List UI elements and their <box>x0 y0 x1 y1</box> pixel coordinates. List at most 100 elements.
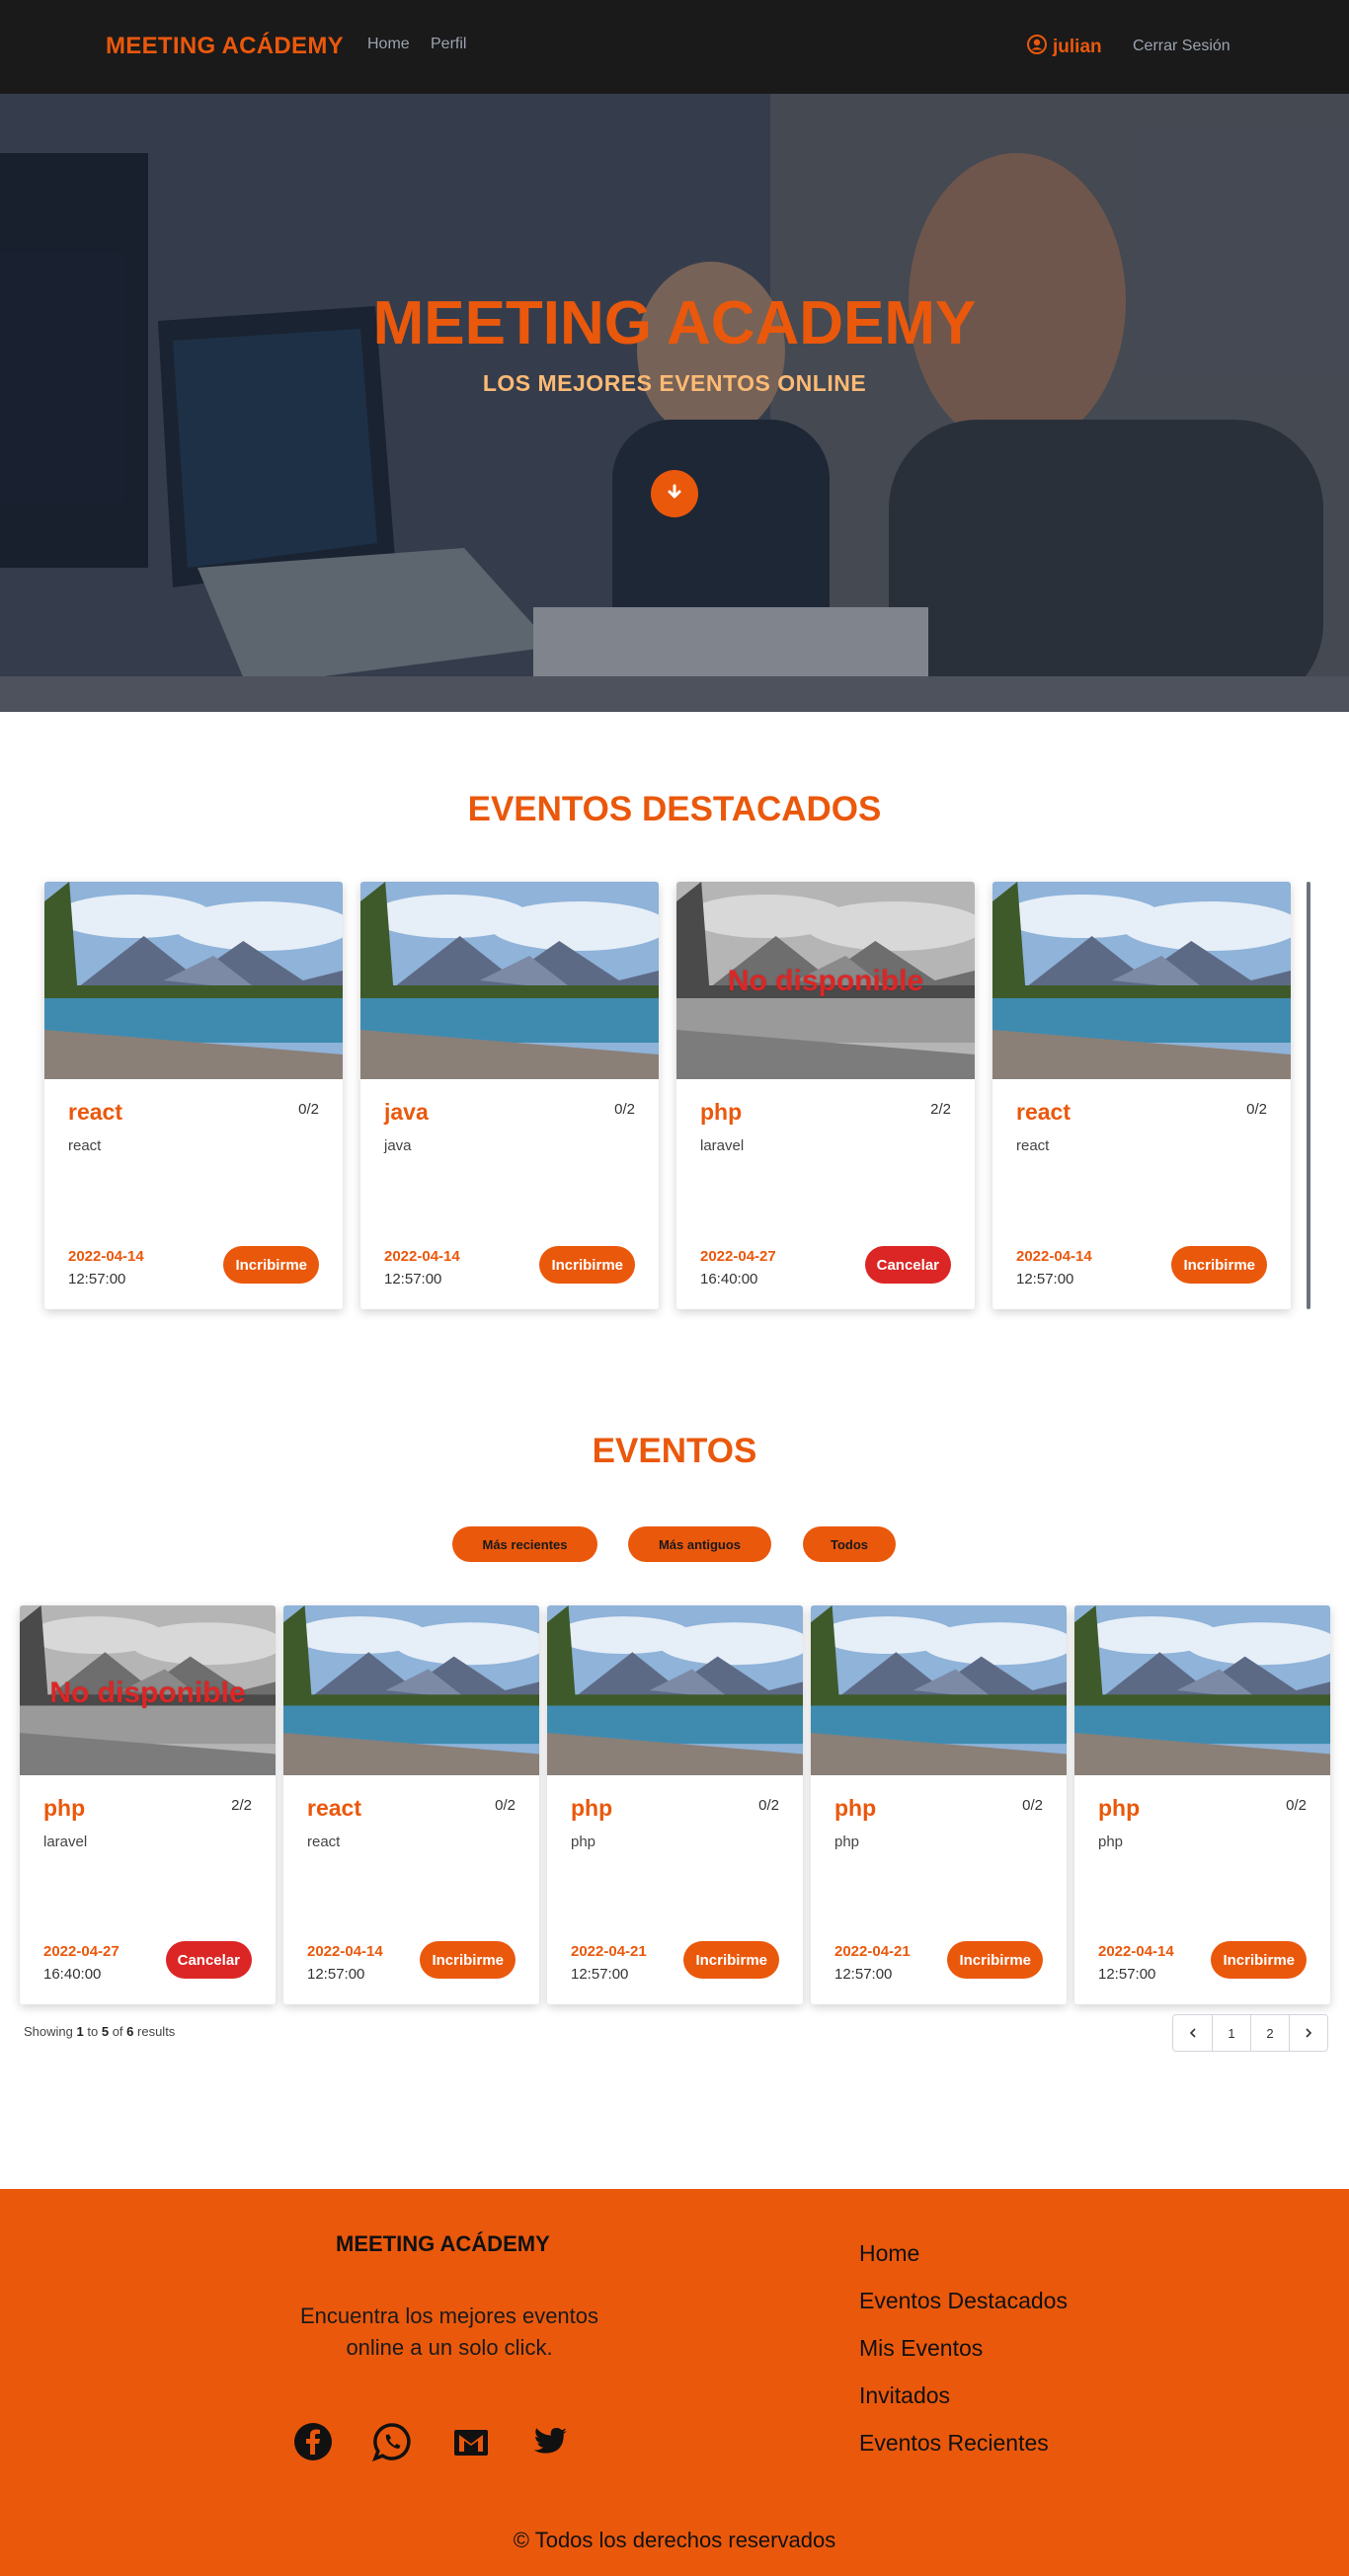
event-description: react <box>307 1834 341 1850</box>
filter-all-button[interactable]: Todos <box>803 1526 896 1562</box>
facebook-icon[interactable] <box>292 2421 334 2462</box>
event-date: 2022-04-14 <box>68 1248 144 1265</box>
event-image <box>992 882 1291 1079</box>
filter-recent-button[interactable]: Más recientes <box>452 1526 597 1562</box>
event-image <box>547 1605 803 1775</box>
event-image <box>44 882 343 1079</box>
event-capacity: 0/2 <box>495 1797 516 1814</box>
event-date: 2022-04-27 <box>43 1943 119 1960</box>
event-title: php <box>571 1795 613 1821</box>
enroll-button[interactable]: Incribirme <box>1211 1941 1307 1979</box>
nav-link-home[interactable]: Home <box>367 36 410 53</box>
brand-logo[interactable]: MEETING ACÁDEMY <box>106 33 344 60</box>
user-menu[interactable]: julian <box>1027 35 1102 60</box>
event-capacity: 0/2 <box>1246 1101 1267 1118</box>
featured-event-card: react 0/2 react 2022-04-14 12:57:00 Incribirm… <box>44 882 343 1309</box>
cancel-button[interactable]: Cancelar <box>165 1941 252 1979</box>
footer-brand: MEETING ACÁDEMY <box>336 2231 550 2256</box>
event-date: 2022-04-14 <box>1098 1943 1174 1960</box>
event-title: php <box>43 1795 86 1821</box>
event-time: 12:57:00 <box>384 1271 442 1288</box>
event-title: php <box>834 1795 877 1821</box>
event-image <box>360 882 659 1079</box>
nav-link-perfil[interactable]: Perfil <box>431 36 466 53</box>
footer-link-invitados[interactable]: Invitados <box>859 2382 1068 2430</box>
featured-event-card: react 0/2 react 2022-04-14 12:57:00 Incribirm… <box>992 882 1291 1309</box>
pagination: 1 2 <box>1172 2014 1328 2052</box>
event-card: No disponible php 2/2 laravel 2022-04-27 16:4… <box>20 1605 276 2004</box>
enroll-button[interactable]: Incribirme <box>1171 1246 1267 1284</box>
event-description: laravel <box>700 1137 745 1154</box>
enroll-button[interactable]: Incribirme <box>420 1941 516 1979</box>
page-2-button[interactable]: 2 <box>1250 2015 1289 2051</box>
event-date: 2022-04-14 <box>1016 1248 1092 1265</box>
event-date: 2022-04-27 <box>700 1248 776 1265</box>
footer-links: Home Eventos Destacados Mis Eventos Invi… <box>859 2240 1068 2477</box>
event-capacity: 0/2 <box>1286 1797 1307 1814</box>
event-time: 12:57:00 <box>68 1271 126 1288</box>
event-time: 16:40:00 <box>700 1271 758 1288</box>
event-time: 16:40:00 <box>43 1966 102 1983</box>
cancel-button[interactable]: Cancelar <box>864 1246 951 1284</box>
twitter-icon[interactable] <box>529 2421 571 2462</box>
hero-title: MEETING ACADEMY <box>372 289 977 357</box>
event-card: php 0/2 php 2022-04-21 12:57:00 Incribirme <box>547 1605 803 2004</box>
arrow-down-icon <box>666 483 683 506</box>
footer-link-recientes[interactable]: Eventos Recientes <box>859 2430 1068 2477</box>
page-1-button[interactable]: 1 <box>1212 2015 1250 2051</box>
footer-link-mis-eventos[interactable]: Mis Eventos <box>859 2335 1068 2382</box>
event-title: react <box>1016 1099 1071 1125</box>
enroll-button[interactable]: Incribirme <box>223 1246 319 1284</box>
event-description: php <box>1098 1834 1124 1850</box>
event-description: react <box>1016 1137 1050 1154</box>
event-description: react <box>68 1137 102 1154</box>
events-section-title: EVENTOS <box>592 1432 757 1470</box>
event-card: php 0/2 php 2022-04-21 12:57:00 Incribirme <box>811 1605 1067 2004</box>
enroll-button[interactable]: Incribirme <box>947 1941 1043 1979</box>
event-title: react <box>307 1795 361 1821</box>
event-date: 2022-04-21 <box>834 1943 911 1960</box>
chevron-right-icon[interactable] <box>1289 2015 1327 2051</box>
event-card: php 0/2 php 2022-04-14 12:57:00 Incribirme <box>1074 1605 1330 2004</box>
event-time: 12:57:00 <box>307 1966 365 1983</box>
event-date: 2022-04-14 <box>384 1248 460 1265</box>
logout-link[interactable]: Cerrar Sesión <box>1133 38 1230 55</box>
footer-link-destacados[interactable]: Eventos Destacados <box>859 2288 1068 2335</box>
copyright: © Todos los derechos reservados <box>513 2528 836 2552</box>
event-description: laravel <box>43 1834 88 1850</box>
featured-event-card: java 0/2 java 2022-04-14 12:57:00 Incribirme <box>360 882 659 1309</box>
event-description: java <box>384 1137 412 1154</box>
event-capacity: 0/2 <box>614 1101 635 1118</box>
scroll-down-button[interactable] <box>651 470 698 517</box>
filter-oldest-button[interactable]: Más antiguos <box>628 1526 771 1562</box>
event-capacity: 0/2 <box>758 1797 779 1814</box>
chevron-left-icon[interactable] <box>1173 2015 1212 2051</box>
event-title: php <box>1098 1795 1141 1821</box>
enroll-button[interactable]: Incribirme <box>683 1941 779 1979</box>
event-image <box>283 1605 539 1775</box>
top-navbar: MEETING ACÁDEMY Home Perfil julian Cerra… <box>0 0 1349 94</box>
event-time: 12:57:00 <box>571 1966 629 1983</box>
unavailable-label: No disponible <box>49 1677 246 1710</box>
event-date: 2022-04-21 <box>571 1943 647 1960</box>
unavailable-label: No disponible <box>727 965 924 997</box>
event-capacity: 2/2 <box>231 1797 252 1814</box>
hero-banner: MEETING ACADEMY LOS MEJORES EVENTOS ONLI… <box>0 94 1349 712</box>
user-name: julian <box>1053 37 1102 57</box>
event-capacity: 0/2 <box>298 1101 319 1118</box>
event-image <box>811 1605 1067 1775</box>
event-description: php <box>834 1834 860 1850</box>
event-card: react 0/2 react 2022-04-14 12:57:00 Incribirm… <box>283 1605 539 2004</box>
whatsapp-icon[interactable] <box>371 2421 413 2462</box>
enroll-button[interactable]: Incribirme <box>539 1246 635 1284</box>
event-time: 12:57:00 <box>1098 1966 1156 1983</box>
event-title: java <box>384 1099 429 1125</box>
event-capacity: 0/2 <box>1022 1797 1043 1814</box>
next-card-peek <box>1307 882 1310 1309</box>
user-circle-icon <box>1027 35 1047 60</box>
footer-link-home[interactable]: Home <box>859 2240 1068 2288</box>
footer: MEETING ACÁDEMY Encuentra los mejores ev… <box>0 2189 1349 2576</box>
event-date: 2022-04-14 <box>307 1943 383 1960</box>
social-links <box>292 2421 571 2462</box>
gmail-icon[interactable] <box>450 2421 492 2462</box>
